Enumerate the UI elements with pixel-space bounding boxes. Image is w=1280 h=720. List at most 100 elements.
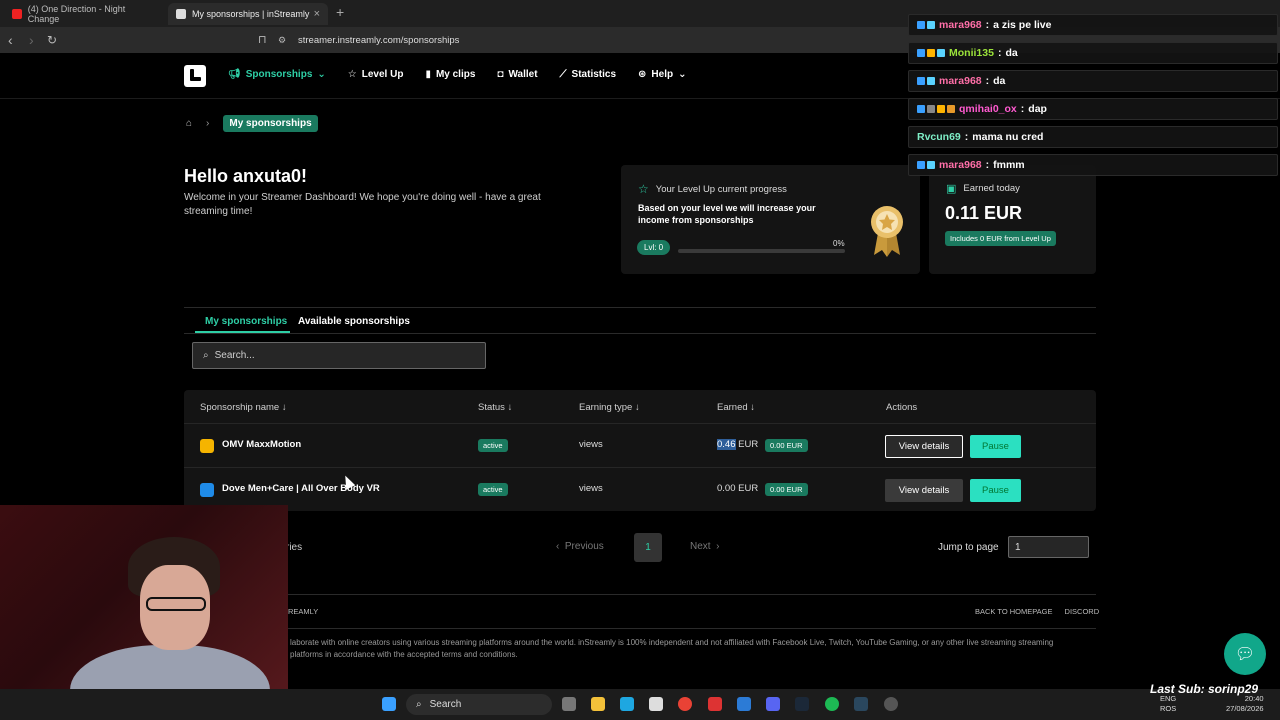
next-page-button[interactable]: Next › [690,541,719,552]
search-input[interactable] [214,350,465,361]
table-row: OMV MaxxMotion active views 0.46 EUR 0.0… [184,423,1096,467]
nav-level-up[interactable]: ☆ Level Up [348,69,404,80]
edge-icon[interactable] [620,697,634,711]
badge-icon [917,161,925,169]
chat-separator: : [985,159,990,171]
chat-message: mara968: da [908,70,1278,92]
sort-arrow-icon: ↓ [507,402,513,413]
nav-label: Level Up [361,69,404,80]
support-chat-button[interactable]: 💬︎ [1224,633,1266,675]
entries-label: ries [286,542,303,553]
instreamly-favicon [176,9,186,19]
earned-card-title: ▣ Earned today [946,182,1020,195]
sponsorship-name[interactable]: OMV MaxxMotion [222,439,301,450]
spotify-icon[interactable] [825,697,839,711]
instreamly-logo[interactable] [184,65,206,87]
badge-icon [917,21,925,29]
pause-button[interactable]: Pause [970,479,1021,502]
new-tab-icon[interactable]: + [336,4,344,20]
store-icon[interactable] [649,697,663,711]
jump-to-page-input[interactable] [1008,536,1089,558]
earned-value: 0.46 [717,439,736,450]
column-header-earned[interactable]: Earned ↓ [717,402,755,413]
earned-amount: 0.46 EUR [717,439,758,450]
site-info-icon[interactable]: ⚙ [278,35,288,45]
divider [184,594,1096,595]
nav-label: Wallet [508,69,538,80]
file-explorer-icon[interactable] [591,697,605,711]
column-header-status[interactable]: Status ↓ [478,402,512,413]
nav-my-clips[interactable]: ▮ My clips [425,69,475,80]
webcam-person-glasses [146,597,206,611]
browser-icon[interactable] [708,697,722,711]
search-icon: ⌕ [203,350,209,361]
divider [184,628,1096,629]
vscode-icon[interactable] [737,697,751,711]
badge-icon [937,105,945,113]
search-box: ⌕ [192,342,486,369]
earning-type: views [579,483,603,494]
url-text: streamer.instreamly.com/sponsorships [298,34,460,46]
nav-help[interactable]: ⊛ Help ⌄ [638,69,686,80]
column-header-earning-type[interactable]: Earning type ↓ [579,402,640,413]
back-icon[interactable]: ‹ [8,32,13,48]
chat-separator: : [1020,103,1025,115]
chat-username: Rvcun69 [917,131,961,143]
youtube-icon [12,9,22,19]
chrome-icon[interactable] [678,697,692,711]
home-icon[interactable]: ⌂ [186,118,192,129]
page-number-button[interactable]: 1 [634,533,662,562]
view-details-button[interactable]: View details [885,435,963,458]
browser-tab-instreamly[interactable]: My sponsorships | inStreamly × [168,3,328,25]
level-progress-percent: 0% [833,239,845,248]
taskbar-search[interactable]: ⌕ Search [406,694,552,715]
earned-unit: EUR [738,439,759,450]
breadcrumb-current[interactable]: My sponsorships [223,115,318,132]
nav-sponsorships[interactable]: 📢︎ Sponsorships ⌄ [228,69,326,80]
tab-my-sponsorships[interactable]: My sponsorships [205,316,287,327]
star-icon: ☆ [638,182,649,196]
chat-separator: : [997,47,1002,59]
steam-client-icon[interactable] [854,697,868,711]
discord-link[interactable]: DISCORD [1065,607,1100,616]
earned-level-up-badge: Includes 0 EUR from Level Up [945,231,1056,246]
nav-label: Statistics [571,69,617,80]
reload-icon[interactable]: ↻ [47,33,57,47]
windows-start-icon[interactable] [382,697,396,711]
earned-badge: 0.00 EUR [765,439,808,452]
divider [184,307,1096,308]
chat-username: mara968 [939,159,982,171]
language-indicator[interactable]: ENG ROS [1160,694,1176,714]
forward-icon[interactable]: › [29,32,34,48]
footer-links: BACK TO HOMEPAGE DISCORD [975,607,1099,616]
task-view-icon[interactable] [562,697,576,711]
chat-message: Monii135: da [908,42,1278,64]
nav-statistics[interactable]: ⟋ Statistics [560,69,616,80]
previous-page-button[interactable]: ‹ Previous [556,541,604,552]
obs-icon[interactable] [884,697,898,711]
level-up-card: ☆ Your Level Up current progress Based o… [621,165,920,274]
chat-text: da [1005,47,1018,59]
steam-icon[interactable] [795,697,809,711]
clock[interactable]: 20:40 27/08/2026 [1226,694,1264,714]
chat-badges [917,77,935,85]
discord-icon[interactable] [766,697,780,711]
nav-label: Sponsorships [245,69,313,80]
pause-button[interactable]: Pause [970,435,1021,458]
level-badge: Lvl: 0 [637,240,671,255]
level-card-title-text: Your Level Up current progress [655,183,787,195]
view-details-button[interactable]: View details [885,479,963,502]
close-tab-icon[interactable]: × [314,8,320,20]
nav-label: Help [651,69,674,80]
browser-tab-youtube[interactable]: (4) One Direction - Night Change [4,3,164,25]
chat-text: dap [1028,103,1047,115]
chat-separator: : [964,131,969,143]
bookmark-icon[interactable]: ⊓ [258,33,267,46]
status-badge: active [478,439,508,452]
sponsorship-name[interactable]: Dove Men+Care | All Over Body VR [222,483,380,494]
tab-available-sponsorships[interactable]: Available sponsorships [298,316,410,327]
back-to-homepage-link[interactable]: BACK TO HOMEPAGE [975,607,1053,616]
badge-icon [917,105,925,113]
nav-wallet[interactable]: ◘ Wallet [497,69,537,80]
column-header-name[interactable]: Sponsorship name ↓ [200,402,287,413]
